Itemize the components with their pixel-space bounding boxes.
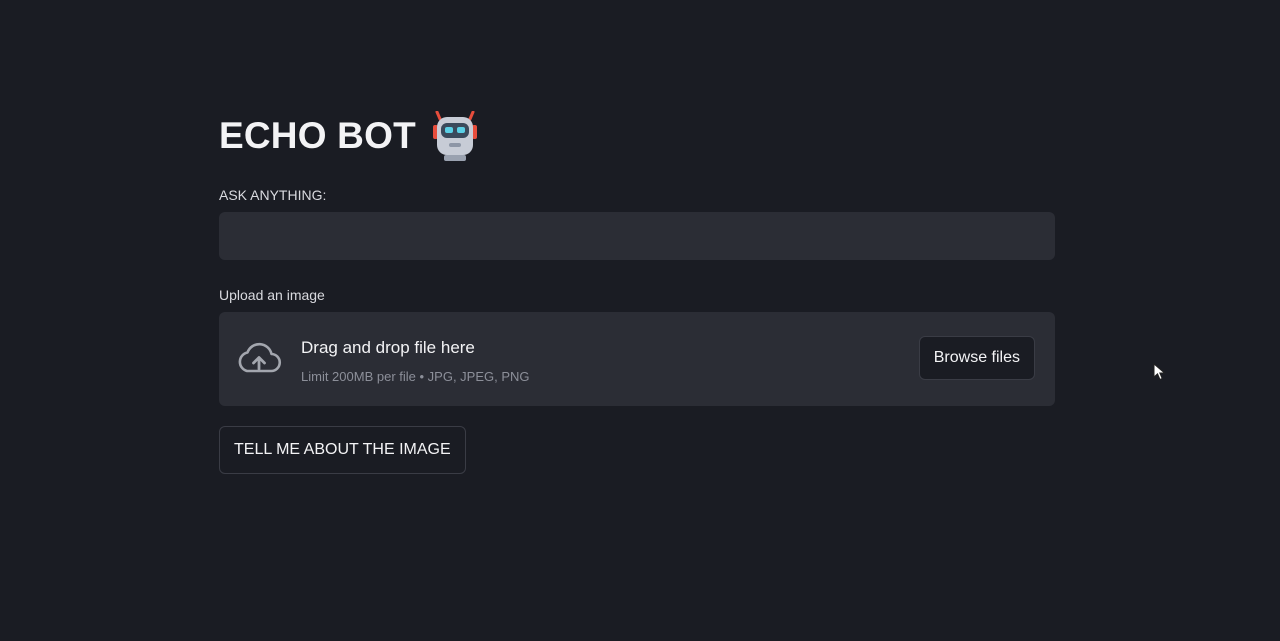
page-title: ECHO BOT [219,108,1055,164]
tell-me-about-image-button[interactable]: TELL ME ABOUT THE IMAGE [219,426,466,474]
upload-label: Upload an image [219,287,325,303]
question-label: ASK ANYTHING: [219,187,327,203]
dropzone-instructions: Drag and drop file here [301,338,475,357]
dropzone-limit-text: Limit 200MB per file • JPG, JPEG, PNG [301,369,530,384]
file-dropzone[interactable]: Drag and drop file here Limit 200MB per … [219,312,1055,406]
page-title-text: ECHO BOT [219,115,416,156]
mouse-cursor-icon [1153,362,1167,381]
main-container: ECHO BOT ASK ANYTHING: Upload an image D… [219,108,1055,474]
robot-icon [432,110,478,161]
question-input[interactable] [219,212,1055,260]
browse-files-button[interactable]: Browse files [918,336,1035,380]
cloud-upload-icon [236,341,282,377]
